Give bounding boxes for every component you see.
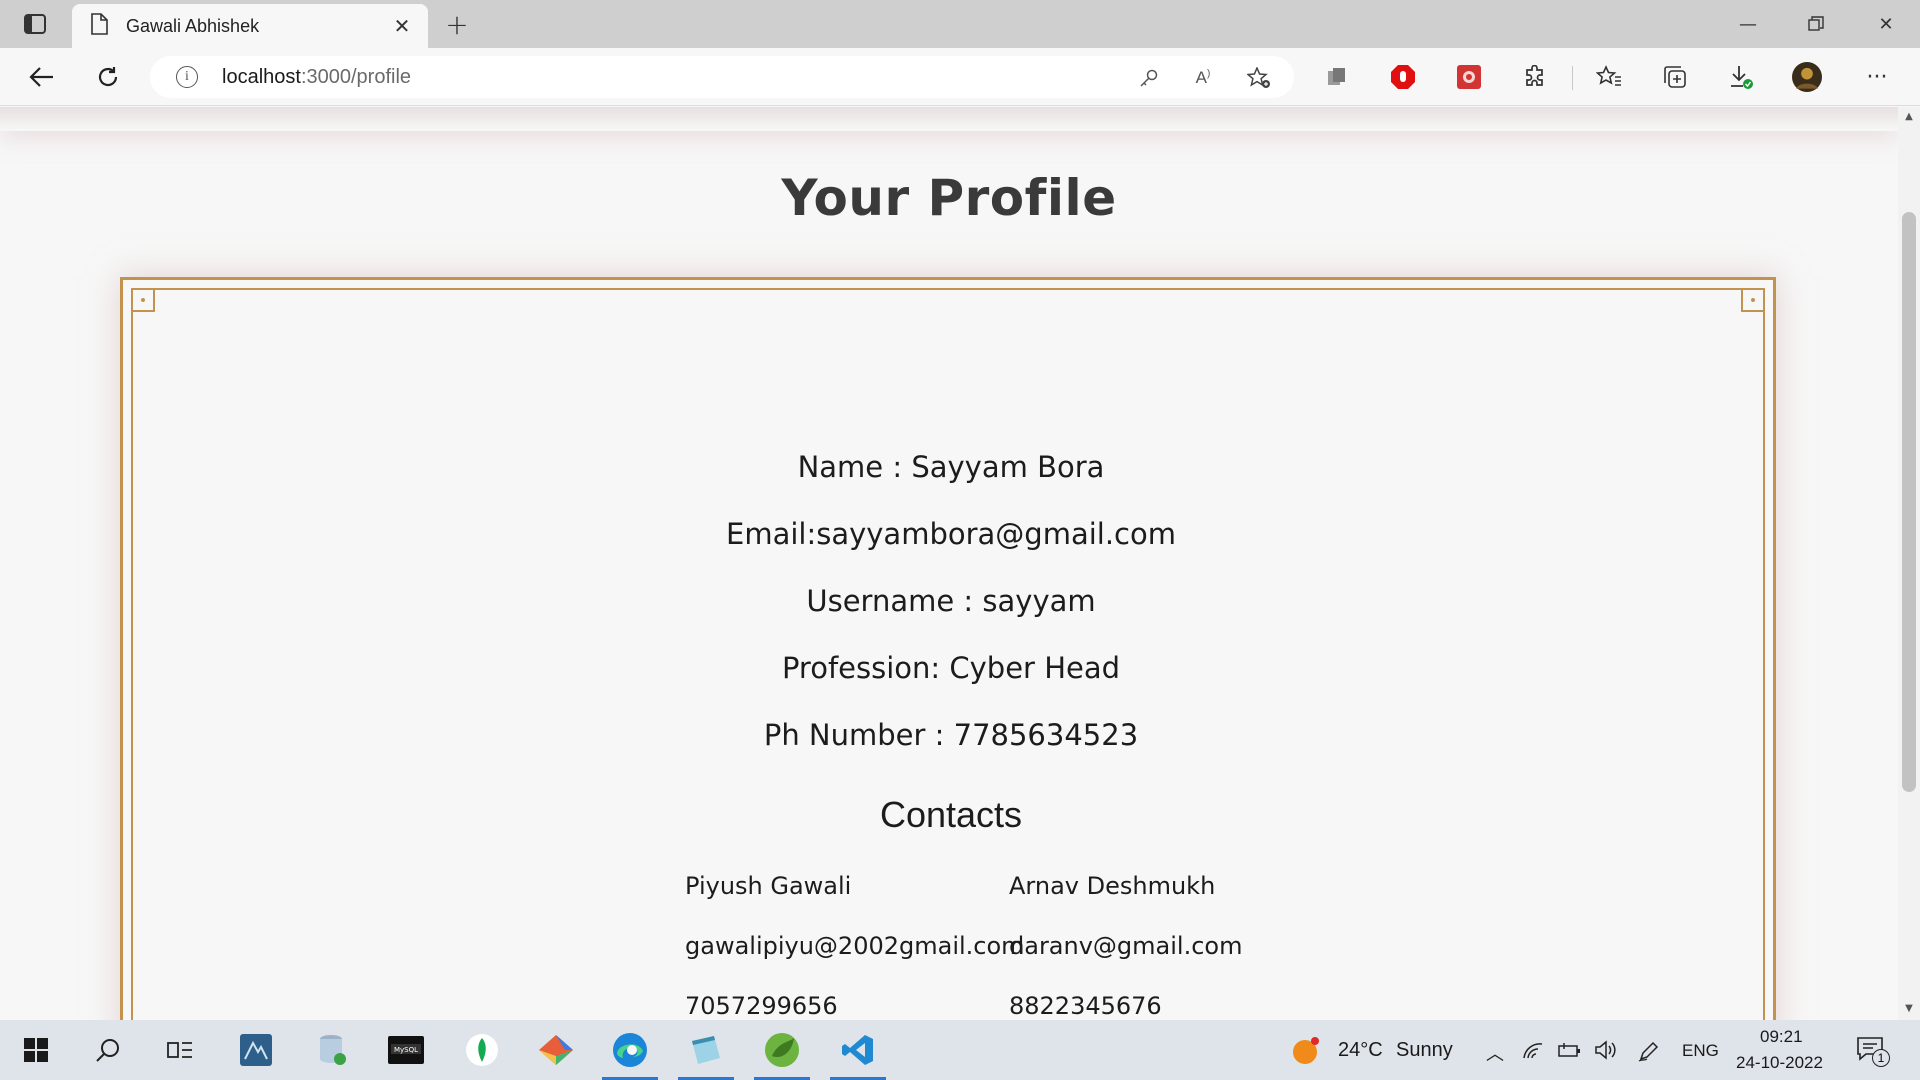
tab-actions-icon[interactable] [18, 10, 52, 38]
pen-icon[interactable] [1638, 1040, 1660, 1066]
toolbar-separator [1572, 66, 1573, 90]
battery-icon[interactable] [1558, 1042, 1582, 1062]
notification-icon[interactable]: 1 [1856, 1036, 1896, 1070]
language-indicator[interactable]: ENG [1682, 1041, 1719, 1061]
contact-email: gawalipiyu@2002gmail.com [685, 932, 1025, 960]
profile-profession: Profession: Cyber Head [781, 651, 1121, 685]
collections-icon[interactable] [1660, 62, 1690, 92]
weather-temp[interactable]: 24°C [1338, 1039, 1383, 1062]
clock-date[interactable]: 24-10-2022 [1736, 1053, 1823, 1073]
navbar-shadow [0, 107, 1898, 131]
tab-strip: Gawali Abhishek ✕ + — ✕ [0, 0, 1920, 48]
info-icon[interactable]: i [176, 66, 198, 88]
close-window-icon[interactable]: ✕ [1852, 0, 1920, 48]
notepad-icon[interactable] [676, 1020, 736, 1080]
address-bar[interactable]: i localhost:3000/profile A) [150, 56, 1294, 98]
scroll-thumb[interactable] [1902, 212, 1916, 792]
page-scrollbar[interactable]: ▲ ▼ [1898, 107, 1920, 1020]
favorites-icon[interactable] [1594, 62, 1624, 92]
scroll-down-icon[interactable]: ▼ [1903, 1003, 1915, 1015]
profile-name: Name : Sayyam Bora [797, 450, 1105, 484]
adblock-icon[interactable] [1388, 62, 1418, 92]
extensions-icon[interactable] [1520, 62, 1550, 92]
back-icon[interactable] [24, 60, 60, 94]
new-tab-button[interactable]: + [440, 7, 474, 41]
contact-phone: 8822345676 [1009, 992, 1162, 1020]
contacts-heading: Contacts [879, 794, 1023, 835]
spring-tool-icon[interactable] [752, 1020, 812, 1080]
extension-icon-3[interactable] [1454, 62, 1484, 92]
vscode-icon[interactable] [828, 1020, 888, 1080]
mongodb-compass-icon[interactable] [452, 1020, 512, 1080]
minimize-icon[interactable]: — [1714, 0, 1782, 48]
key-icon[interactable] [1136, 66, 1162, 90]
profile-username: Username : sayyam [806, 584, 1096, 618]
card-corner-top-left [131, 288, 155, 312]
profile-card: Name : Sayyam Bora Email:sayyambora@gmai… [120, 277, 1776, 1020]
restore-icon[interactable] [1782, 0, 1850, 48]
contact-name: Arnav Deshmukh [1009, 872, 1216, 900]
weather-icon[interactable] [1290, 1036, 1320, 1070]
browser-tab[interactable]: Gawali Abhishek ✕ [72, 4, 428, 48]
svg-text:MySQL: MySQL [394, 1046, 418, 1054]
extension-icon-1[interactable] [1322, 62, 1352, 92]
add-favorite-icon[interactable] [1246, 66, 1272, 90]
task-view-icon[interactable] [150, 1020, 210, 1080]
volume-icon[interactable] [1594, 1040, 1618, 1064]
weather-condition[interactable]: Sunny [1396, 1039, 1453, 1062]
taskbar: MySQL 24°C Sunny ︿ ENG 09:21 24-10-2022 … [0, 1020, 1920, 1080]
windows-start-icon[interactable] [6, 1020, 66, 1080]
browser-toolbar: i localhost:3000/profile A) ··· [0, 48, 1920, 106]
git-app-icon[interactable] [526, 1020, 586, 1080]
chevron-up-icon[interactable]: ︿ [1486, 1040, 1504, 1066]
mysql-shell-icon[interactable]: MySQL [376, 1020, 436, 1080]
read-aloud-icon[interactable]: A) [1190, 66, 1216, 90]
page-viewport: Your Profile Name : Sayyam Bora Email:sa… [0, 107, 1898, 1020]
search-icon[interactable] [78, 1020, 138, 1080]
page-title: Your Profile [781, 169, 1117, 227]
tab-title: Gawali Abhishek [126, 15, 260, 36]
page-icon [90, 13, 108, 39]
close-icon[interactable]: ✕ [390, 14, 414, 38]
more-icon[interactable]: ··· [1862, 62, 1892, 92]
wifi-icon[interactable] [1522, 1040, 1544, 1064]
url-path: :3000/profile [300, 66, 412, 88]
contact-phone: 7057299656 [685, 992, 838, 1020]
scroll-up-icon[interactable]: ▲ [1903, 111, 1915, 123]
plus-icon: + [445, 7, 469, 41]
profile-email: Email:sayyambora@gmail.com [726, 517, 1176, 551]
contact-name: Piyush Gawali [685, 872, 852, 900]
database-app-icon[interactable] [302, 1020, 362, 1080]
contact-email: daranv@gmail.com [1009, 932, 1243, 960]
mysql-workbench-icon[interactable] [226, 1020, 286, 1080]
notification-count: 1 [1872, 1049, 1890, 1067]
card-corner-top-right [1741, 288, 1765, 312]
url-host: localhost [222, 66, 301, 88]
clock-time[interactable]: 09:21 [1760, 1027, 1803, 1047]
url-text[interactable]: localhost:3000/profile [222, 66, 411, 89]
reload-icon[interactable] [90, 60, 126, 94]
profile-phone: Ph Number : 7785634523 [763, 718, 1139, 752]
profile-avatar[interactable] [1792, 62, 1822, 92]
edge-browser-icon[interactable] [600, 1020, 660, 1080]
downloads-icon[interactable] [1726, 62, 1756, 92]
